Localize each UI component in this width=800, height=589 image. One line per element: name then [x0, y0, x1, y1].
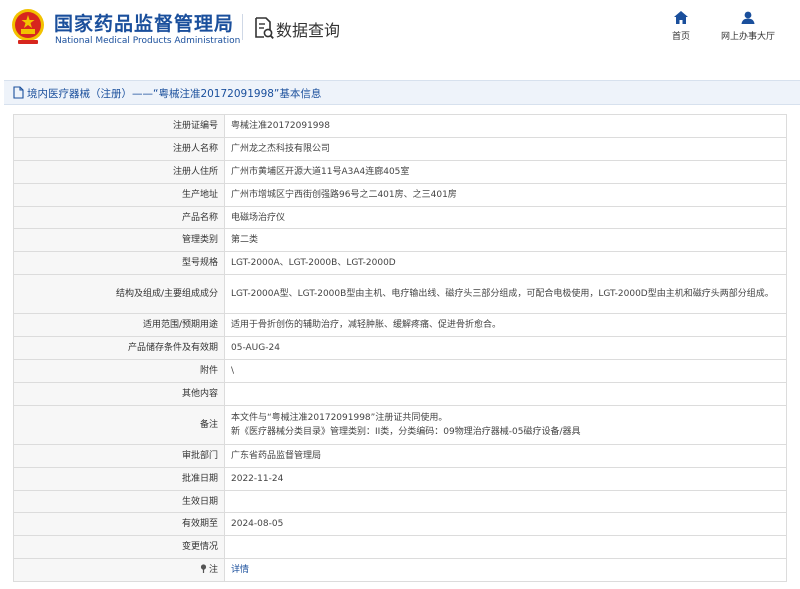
row-label: 产品储存条件及有效期 [13, 336, 225, 361]
row-label: 有效期至 [13, 512, 225, 537]
row-label: 注册人名称 [13, 136, 225, 161]
table-row: 批准日期 2022-11-24 [13, 466, 787, 491]
row-label: 批准日期 [13, 466, 225, 491]
details-link[interactable]: 详情 [231, 565, 249, 575]
row-value: 2024-08-05 [224, 512, 787, 537]
row-label: 备注 [13, 404, 225, 445]
row-value [224, 535, 787, 560]
row-value: 05-AUG-24 [224, 336, 787, 361]
table-row: 有效期至 2024-08-05 [13, 512, 787, 537]
record-title-bar: 境内医疗器械（注册）——“粤械注准20172091998”基本信息 [4, 80, 800, 105]
row-label: 注册人住所 [13, 159, 225, 184]
table-row: 产品储存条件及有效期 05-AUG-24 [13, 336, 787, 361]
pin-icon [200, 564, 207, 574]
row-label: 审批部门 [13, 443, 225, 468]
header-divider [242, 14, 243, 40]
table-row: 注册人住所 广州市黄埔区开源大道11号A3A4连廊405室 [13, 159, 787, 184]
row-value: LGT-2000A型、LGT-2000B型由主机、电疗输出线、磁疗头三部分组成，… [224, 274, 787, 315]
table-row: 生效日期 [13, 489, 787, 514]
row-value: 粤械注准20172091998 [224, 114, 787, 138]
table-row: 产品名称 电磁场治疗仪 [13, 205, 787, 230]
row-value: 广东省药品监督管理局 [224, 443, 787, 468]
table-row: 附件 \ [13, 359, 787, 383]
data-query-icon [255, 17, 274, 40]
table-row: 变更情况 [13, 535, 787, 560]
user-icon [741, 11, 755, 24]
data-query-title: 数据查询 [276, 21, 341, 40]
table-row: 适用范围/预期用途 适用于骨折创伤的辅助治疗，减轻肿胀、缓解疼痛、促进骨折愈合。 [13, 313, 787, 338]
table-row: 审批部门 广东省药品监督管理局 [13, 443, 787, 468]
note-label: 注 [208, 565, 218, 576]
brand-name-en[interactable]: National Medical Products Administration [55, 36, 240, 46]
home-icon [674, 11, 688, 24]
row-value: 广州龙之杰科技有限公司 [224, 136, 787, 161]
row-label: 适用范围/预期用途 [13, 313, 225, 338]
nav-online-service-hall[interactable]: 网上办事大厅 [714, 11, 782, 42]
national-emblem-icon[interactable] [11, 7, 45, 47]
row-label: 生效日期 [13, 489, 225, 514]
brand-name-cn[interactable]: 国家药品监督管理局 [54, 9, 234, 36]
row-value: 详情 [224, 558, 787, 583]
table-row: 注册证编号 粤械注准20172091998 [13, 114, 787, 138]
remark-line-1: 本文件与“粤械注准20172091998”注册证共同使用。 [231, 412, 448, 423]
site-header: 国家药品监督管理局 National Medical Products Admi… [0, 0, 800, 62]
table-row: 注 详情 [13, 558, 787, 583]
row-label: 型号规格 [13, 251, 225, 276]
record-title: 境内医疗器械（注册）——“粤械注准20172091998”基本信息 [27, 88, 322, 100]
row-label: 生产地址 [13, 182, 225, 207]
row-label: 注册证编号 [13, 114, 225, 138]
table-row: 其他内容 [13, 381, 787, 406]
registration-detail-table: 注册证编号 粤械注准20172091998 注册人名称 广州龙之杰科技有限公司 … [13, 114, 787, 583]
row-label: 附件 [13, 359, 225, 383]
row-value: 本文件与“粤械注准20172091998”注册证共同使用。 新《医疗器械分类目录… [224, 404, 787, 445]
row-value [224, 489, 787, 514]
table-row: 备注 本文件与“粤械注准20172091998”注册证共同使用。 新《医疗器械分… [13, 404, 787, 445]
table-row: 结构及组成/主要组成成分 LGT-2000A型、LGT-2000B型由主机、电疗… [13, 274, 787, 315]
row-value: 2022-11-24 [224, 466, 787, 491]
document-icon [13, 86, 24, 99]
row-value: LGT-2000A、LGT-2000B、LGT-2000D [224, 251, 787, 276]
row-label: 结构及组成/主要组成成分 [13, 274, 225, 315]
table-row: 生产地址 广州市增城区宁西街创强路96号之二401房、之三401房 [13, 182, 787, 207]
row-label: 产品名称 [13, 205, 225, 230]
row-label: 其他内容 [13, 381, 225, 406]
row-value [224, 381, 787, 406]
nav-home-label: 首页 [671, 32, 690, 42]
nav-home[interactable]: 首页 [666, 11, 696, 42]
row-value: 适用于骨折创伤的辅助治疗，减轻肿胀、缓解疼痛、促进骨折愈合。 [224, 313, 787, 338]
row-label: 注 [13, 558, 225, 583]
row-value: 第二类 [224, 228, 787, 253]
row-value: \ [224, 359, 787, 383]
table-row: 型号规格 LGT-2000A、LGT-2000B、LGT-2000D [13, 251, 787, 276]
table-row: 管理类别 第二类 [13, 228, 787, 253]
remark-line-2: 新《医疗器械分类目录》管理类别：II类，分类编码：09物理治疗器械-05磁疗设备… [231, 426, 581, 437]
row-value: 广州市黄埔区开源大道11号A3A4连廊405室 [224, 159, 787, 184]
row-value: 电磁场治疗仪 [224, 205, 787, 230]
row-label: 管理类别 [13, 228, 225, 253]
row-label: 变更情况 [13, 535, 225, 560]
row-value: 广州市增城区宁西街创强路96号之二401房、之三401房 [224, 182, 787, 207]
table-row: 注册人名称 广州龙之杰科技有限公司 [13, 136, 787, 161]
nav-service-label: 网上办事大厅 [720, 32, 775, 42]
